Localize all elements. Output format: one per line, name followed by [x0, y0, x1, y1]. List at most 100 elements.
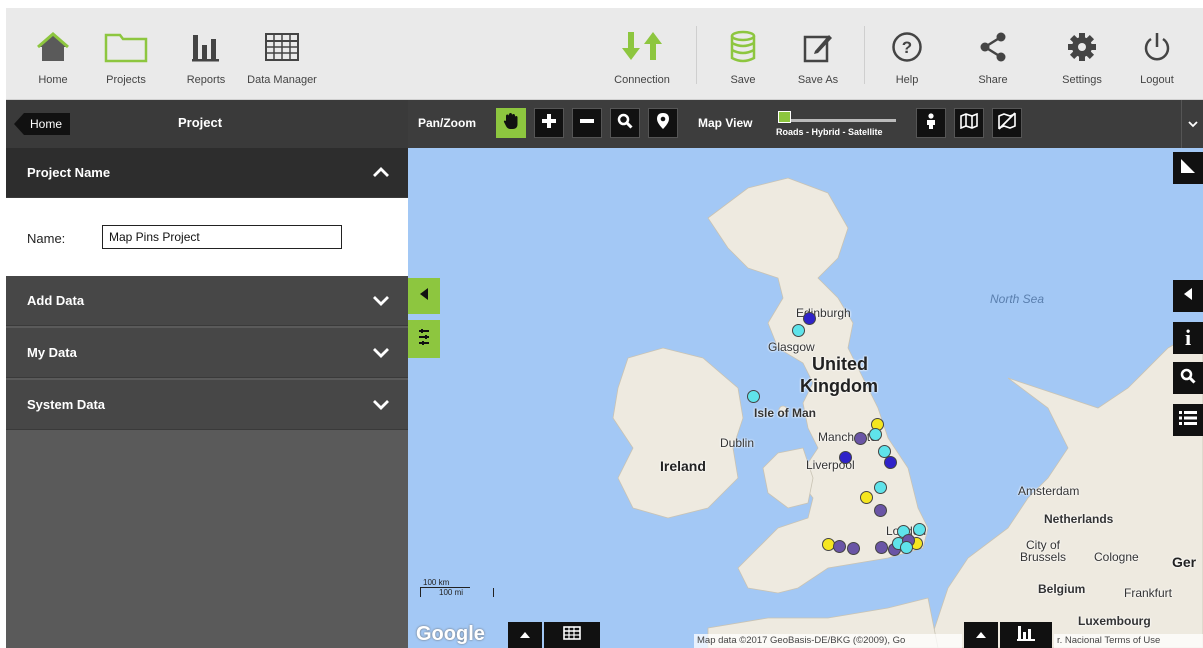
- place-label: Cologne: [1094, 550, 1139, 564]
- edit-document-icon: [803, 26, 833, 68]
- map-pin[interactable]: [847, 542, 860, 555]
- place-label: Belgium: [1038, 582, 1086, 596]
- map-scale: 100 km 100 mi: [420, 578, 494, 597]
- scale-km: 100 km: [420, 578, 470, 588]
- pan-tool-button[interactable]: [496, 108, 526, 138]
- logout-button[interactable]: Logout: [1132, 8, 1182, 100]
- place-label: North Sea: [990, 292, 1045, 306]
- share-icon: [978, 26, 1008, 68]
- map-toolbar: Pan/Zoom Map View Roads - Hybrid - Satel…: [408, 100, 1203, 148]
- place-label: Kingdom: [800, 376, 878, 396]
- map-pin[interactable]: [913, 523, 926, 536]
- add-data-section-header[interactable]: Add Data: [6, 276, 408, 326]
- search-icon: [1180, 368, 1196, 389]
- google-logo: Google: [416, 623, 485, 645]
- plus-icon: [542, 113, 556, 133]
- help-button[interactable]: ? Help: [884, 8, 930, 100]
- project-sidebar: Project Name Name: Add Data My Data Syst…: [6, 148, 408, 648]
- search-icon: [617, 113, 633, 134]
- my-data-section-header[interactable]: My Data: [6, 328, 408, 378]
- info-icon: i: [1184, 325, 1192, 350]
- map-layers-button[interactable]: [954, 108, 984, 138]
- legend-button[interactable]: [1173, 404, 1203, 436]
- reports-button[interactable]: Reports: [178, 8, 234, 100]
- map-pin[interactable]: [860, 491, 873, 504]
- transfer-arrows-icon: [620, 26, 664, 68]
- chevron-down-icon: [372, 293, 390, 311]
- chevron-up-icon: [372, 165, 390, 183]
- map-pin[interactable]: [874, 504, 887, 517]
- map-pin[interactable]: [747, 390, 760, 403]
- save-as-button[interactable]: Save As: [788, 8, 848, 100]
- list-icon: [1179, 410, 1197, 431]
- info-button[interactable]: i: [1173, 322, 1203, 354]
- map-pin[interactable]: [803, 312, 816, 325]
- map-pin[interactable]: [875, 541, 888, 554]
- zoom-out-button[interactable]: [572, 108, 602, 138]
- table-icon: [563, 625, 581, 645]
- project-name-section-header[interactable]: Project Name: [6, 148, 408, 198]
- logout-label: Logout: [1140, 74, 1174, 86]
- sliders-icon: [417, 328, 431, 350]
- right-panel-toggle-button[interactable]: [1173, 280, 1203, 312]
- data-manager-button[interactable]: Data Manager: [234, 8, 330, 100]
- save-button[interactable]: Save: [718, 8, 768, 100]
- settings-button[interactable]: Settings: [1054, 8, 1110, 100]
- triangle-left-icon: [1183, 287, 1193, 306]
- settings-label: Settings: [1062, 74, 1102, 86]
- map-search-button[interactable]: [610, 108, 640, 138]
- map-canvas[interactable]: North Sea Edinburgh Glasgow United Kingd…: [408, 148, 1203, 648]
- connection-button[interactable]: Connection: [604, 8, 680, 100]
- map-marker-icon: [657, 112, 669, 134]
- map-pin[interactable]: [854, 432, 867, 445]
- street-view-button[interactable]: [916, 108, 946, 138]
- place-label: Netherlands: [1044, 512, 1114, 526]
- location-pin-button[interactable]: [648, 108, 678, 138]
- filter-panel-tab[interactable]: [408, 320, 440, 358]
- map-query-button[interactable]: [1173, 362, 1203, 394]
- toolbar-expand-button[interactable]: [1181, 100, 1203, 148]
- chevron-down-icon: [372, 345, 390, 363]
- map-pin[interactable]: [869, 428, 882, 441]
- map-disabled-icon: [998, 111, 1016, 135]
- panel-title: Project: [178, 115, 223, 130]
- triangle-left-icon: [419, 287, 429, 306]
- data-table-button[interactable]: [544, 622, 600, 648]
- section-title: My Data: [27, 345, 77, 360]
- home-label: Home: [38, 74, 68, 86]
- zoom-in-button[interactable]: [534, 108, 564, 138]
- database-icon: [729, 26, 757, 68]
- map-off-button[interactable]: [992, 108, 1022, 138]
- map-pin[interactable]: [839, 451, 852, 464]
- fullscreen-button[interactable]: [1173, 152, 1203, 184]
- chart-button[interactable]: [1000, 622, 1052, 648]
- help-label: Help: [895, 74, 919, 86]
- share-label: Share: [978, 74, 1008, 86]
- share-button[interactable]: Share: [970, 8, 1016, 100]
- home-button[interactable]: Home: [30, 8, 76, 100]
- map-type-slider-track: [786, 119, 896, 122]
- map-pin[interactable]: [833, 540, 846, 553]
- place-label: Frankfurt: [1124, 586, 1173, 600]
- map-pin[interactable]: [874, 481, 887, 494]
- place-label: United: [812, 354, 868, 374]
- system-data-section-header[interactable]: System Data: [6, 380, 408, 430]
- projects-button[interactable]: Projects: [96, 8, 156, 100]
- collapse-panel-tab[interactable]: [408, 278, 440, 314]
- sub-toolbar: Home Project Pan/Zoom Map View Roads - H…: [6, 100, 1203, 148]
- bar-chart-icon: [1017, 625, 1035, 646]
- bottom-panel-toggle-button[interactable]: [508, 622, 542, 648]
- map-terms-link[interactable]: r. Nacional Terms of Use: [1054, 634, 1203, 648]
- place-label: Isle of Man: [754, 406, 817, 420]
- place-label: Ireland: [660, 458, 706, 474]
- map-pin[interactable]: [792, 324, 805, 337]
- map-type-slider-handle[interactable]: [778, 111, 791, 123]
- home-breadcrumb[interactable]: Home: [14, 113, 71, 135]
- place-label: Luxembourg: [1078, 614, 1151, 628]
- pegman-icon: [925, 112, 937, 134]
- chart-panel-toggle-button[interactable]: [964, 622, 998, 648]
- reports-label: Reports: [186, 74, 226, 86]
- project-name-input[interactable]: [102, 225, 342, 249]
- map-pin[interactable]: [884, 456, 897, 469]
- map-pin[interactable]: [900, 541, 913, 554]
